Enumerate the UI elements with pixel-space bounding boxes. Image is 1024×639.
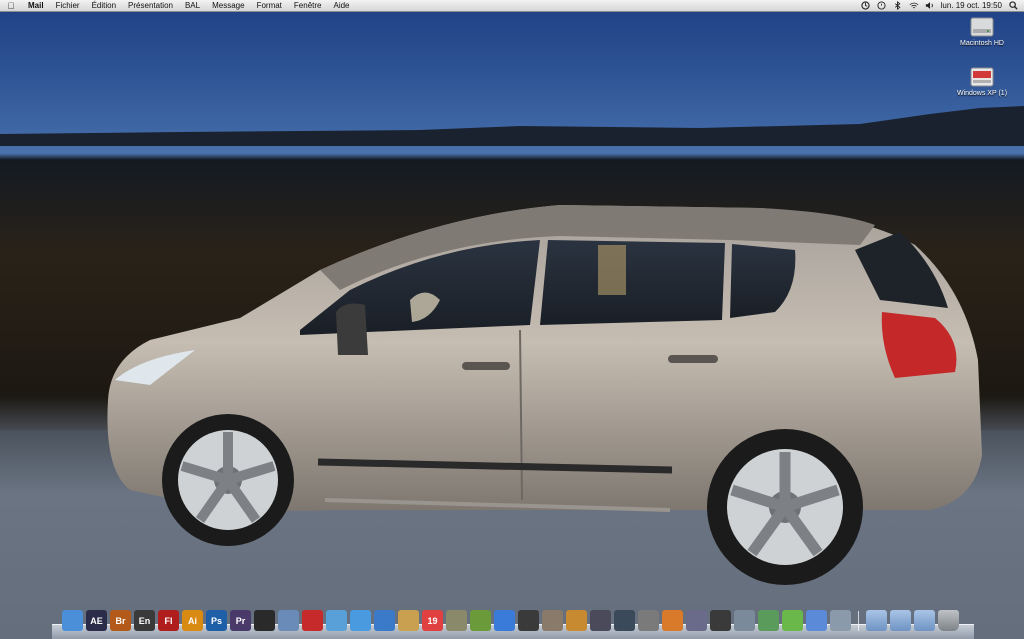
menu-mail[interactable]: Mail xyxy=(22,1,50,10)
camera-icon[interactable] xyxy=(518,610,539,631)
finder-icon[interactable] xyxy=(62,610,83,631)
photoshop-icon[interactable]: Ps xyxy=(206,610,227,631)
menu-presentation[interactable]: Présentation xyxy=(122,1,179,10)
photo-booth-icon[interactable] xyxy=(686,610,707,631)
dock-items: AE Br En Fl Ai Ps Pr 19 xyxy=(62,610,959,631)
safari-icon[interactable] xyxy=(326,610,347,631)
dock: AE Br En Fl Ai Ps Pr 19 xyxy=(52,604,974,639)
volume-icon[interactable] xyxy=(925,1,935,10)
applications-folder-icon[interactable] xyxy=(866,610,887,631)
address-book-icon[interactable] xyxy=(374,610,395,631)
illustrator-icon[interactable]: Ai xyxy=(182,610,203,631)
desktop-icon-macintosh-hd[interactable]: Macintosh HD xyxy=(952,16,1012,47)
clock[interactable]: lun. 19 oct. 19:50 xyxy=(941,1,1002,10)
bridge-icon[interactable]: Br xyxy=(110,610,131,631)
trash-icon[interactable] xyxy=(938,610,959,631)
menu-message[interactable]: Message xyxy=(206,1,250,10)
sync-icon[interactable] xyxy=(861,1,871,10)
desktop-icon-label: Macintosh HD xyxy=(960,40,1004,47)
final-cut-icon[interactable] xyxy=(710,610,731,631)
ical-icon[interactable]: 19 xyxy=(422,610,443,631)
itunes-icon[interactable] xyxy=(494,610,515,631)
downloads-folder-icon[interactable] xyxy=(914,610,935,631)
hard-drive-icon xyxy=(970,17,994,37)
menu-fenetre[interactable]: Fenêtre xyxy=(288,1,328,10)
desktop-icon-windows-xp[interactable]: Windows XP (1) xyxy=(952,66,1012,97)
windows-drive-icon xyxy=(970,67,994,87)
menu-format[interactable]: Format xyxy=(251,1,288,10)
script-editor-icon[interactable] xyxy=(734,610,755,631)
flash-icon[interactable]: Fl xyxy=(158,610,179,631)
garageband-icon[interactable] xyxy=(566,610,587,631)
menu-edition[interactable]: Édition xyxy=(86,1,122,10)
magnet-icon[interactable] xyxy=(302,610,323,631)
wifi-icon[interactable] xyxy=(909,1,919,10)
menu-fichier[interactable]: Fichier xyxy=(50,1,86,10)
stamp-icon[interactable] xyxy=(398,610,419,631)
status-area: lun. 19 oct. 19:50 xyxy=(861,1,1024,10)
encore-icon[interactable]: En xyxy=(134,610,155,631)
documents-folder-icon[interactable] xyxy=(890,610,911,631)
frog-icon[interactable] xyxy=(782,610,803,631)
ichat-icon[interactable] xyxy=(350,610,371,631)
imovie-star-icon[interactable] xyxy=(542,610,563,631)
desktop-icon-label: Windows XP (1) xyxy=(956,90,1008,97)
menu-aide[interactable]: Aide xyxy=(327,1,355,10)
utility-icon[interactable] xyxy=(758,610,779,631)
apple-icon[interactable]:  xyxy=(0,1,22,11)
iphoto-icon[interactable] xyxy=(470,610,491,631)
time-machine-icon[interactable] xyxy=(877,1,887,10)
menu-bal[interactable]: BAL xyxy=(179,1,206,10)
xcode-icon[interactable] xyxy=(278,610,299,631)
bluetooth-icon[interactable] xyxy=(893,1,903,10)
horizon-hills xyxy=(0,106,1024,146)
premiere-icon[interactable]: Pr xyxy=(230,610,251,631)
dock-separator xyxy=(858,611,859,631)
desktop-wallpaper xyxy=(0,0,1024,639)
grid-app-icon[interactable] xyxy=(830,610,851,631)
sound-wave-icon[interactable] xyxy=(806,610,827,631)
after-effects-icon[interactable]: AE xyxy=(86,610,107,631)
spaces-icon[interactable] xyxy=(590,610,611,631)
time-machine-icon[interactable] xyxy=(614,610,635,631)
preview-icon[interactable] xyxy=(446,610,467,631)
system-preferences-icon[interactable] xyxy=(638,610,659,631)
spotlight-icon[interactable] xyxy=(1008,1,1018,10)
keynote-icon[interactable] xyxy=(662,610,683,631)
menu-bar:  Mail Fichier Édition Présentation BAL … xyxy=(0,0,1024,12)
dashboard-icon[interactable] xyxy=(254,610,275,631)
